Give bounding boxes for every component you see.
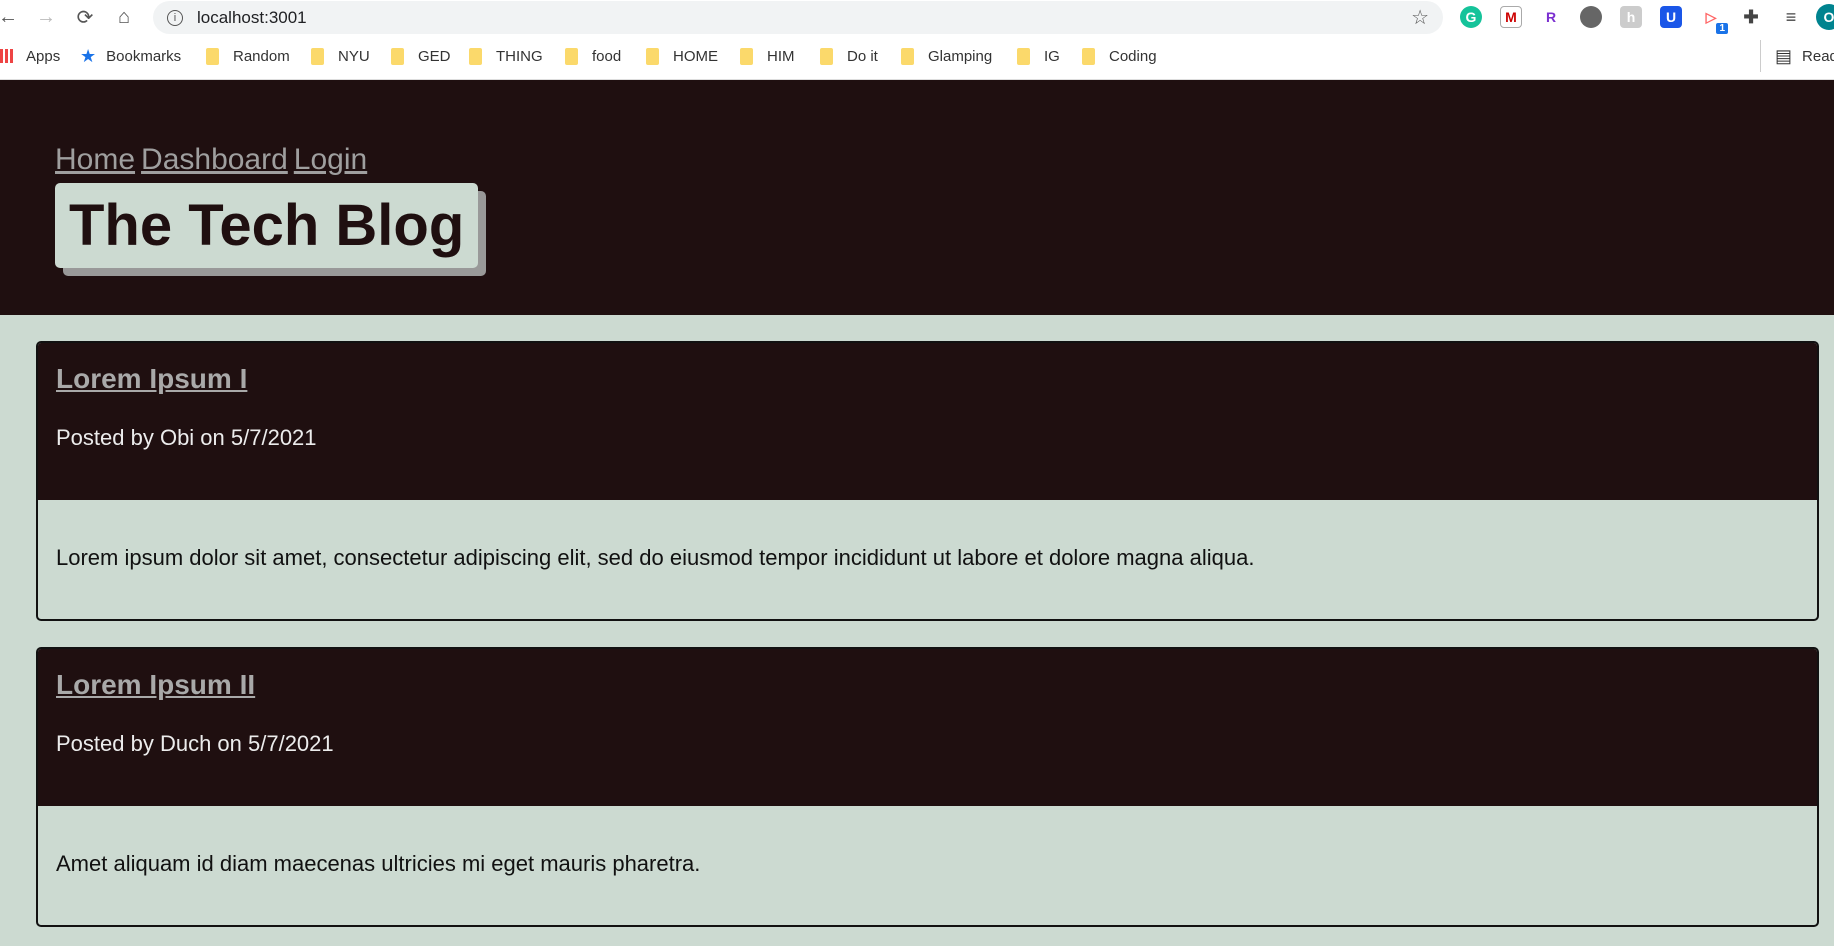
avatar[interactable]: O (1816, 4, 1834, 30)
post-body: Amet aliquam id diam maecenas ultricies … (56, 851, 701, 876)
info-icon[interactable]: i (167, 9, 183, 26)
bookmark-label: HOME (673, 47, 718, 65)
forward-icon[interactable]: → (28, 0, 64, 34)
folder-icon (206, 47, 219, 65)
site-title: The Tech Blog (55, 183, 479, 268)
folder-icon (311, 47, 324, 65)
bookmark-label: GED (418, 47, 451, 65)
bookmark-label: Coding (1109, 47, 1157, 65)
url-text: localhost:3001 (197, 7, 307, 27)
post-header: Lorem Ipsum II Posted by Duch on 5/7/202… (38, 649, 1817, 806)
bookmark-bookmarks[interactable]: ★ Bookmarks (80, 40, 181, 72)
reading-list-icon: ▤ (1775, 45, 1793, 66)
post-meta: Posted by Obi on 5/7/2021 (56, 425, 317, 450)
reload-icon[interactable]: ⟳ (67, 0, 103, 34)
bookmark-folder[interactable]: HIM (740, 40, 795, 72)
bookmark-label: Bookmarks (106, 47, 182, 65)
bookmark-folder[interactable]: HOME (646, 40, 718, 72)
mcafee-icon[interactable]: M (1500, 6, 1522, 28)
reading-list-label: Read (1802, 47, 1834, 65)
star-icon: ★ (80, 45, 97, 66)
folder-icon (901, 47, 914, 65)
folder-icon (1082, 47, 1095, 65)
bookmark-label: HIM (767, 47, 795, 65)
folder-icon (469, 47, 482, 65)
grammarly-icon[interactable]: G (1460, 6, 1482, 28)
bookmark-label: food (592, 47, 622, 65)
nav-dashboard-link[interactable]: Dashboard (141, 143, 288, 176)
avatar-initial: O (1823, 9, 1834, 25)
bookmarks-bar: Apps ★ Bookmarks Random NYU GED THING foo… (0, 40, 1834, 72)
folder-icon (646, 47, 659, 65)
bookmark-folder[interactable]: GED (391, 40, 451, 72)
bookmark-apps[interactable]: Apps (0, 40, 60, 72)
bookmark-star-icon[interactable]: ☆ (1411, 5, 1429, 30)
post-header: Lorem Ipsum I Posted by Obi on 5/7/2021 (38, 343, 1817, 500)
folder-icon (740, 47, 753, 65)
bookmark-label: NYU (338, 47, 370, 65)
bookmark-label: Glamping (928, 47, 993, 65)
bookmark-label: Apps (26, 47, 61, 65)
extension-badge-icon[interactable]: ▷ 1 (1700, 6, 1728, 34)
folder-icon (565, 47, 578, 65)
extensions-puzzle-icon[interactable]: ✚ (1740, 6, 1762, 28)
reading-list-button[interactable]: ▤ Read (1760, 40, 1834, 72)
bookmark-label: Random (233, 47, 290, 65)
home-icon[interactable]: ⌂ (106, 0, 142, 34)
post-meta: Posted by Duch on 5/7/2021 (56, 731, 334, 756)
bookmark-folder[interactable]: Do it (820, 40, 878, 72)
folder-icon (1017, 47, 1030, 65)
bookmark-folder[interactable]: food (565, 40, 621, 72)
post-card: Lorem Ipsum I Posted by Obi on 5/7/2021 … (36, 341, 1819, 621)
post-card: Lorem Ipsum II Posted by Duch on 5/7/202… (36, 647, 1819, 927)
extension-badge: 1 (1716, 23, 1728, 34)
post-title-link[interactable]: Lorem Ipsum II (56, 669, 255, 700)
browser-chrome: ← → ⟳ ⌂ i localhost:3001 ☆ G M R h U ▷ 1 … (0, 0, 1834, 80)
bookmark-folder[interactable]: NYU (311, 40, 370, 72)
post-body: Lorem ipsum dolor sit amet, consectetur … (56, 545, 1255, 570)
bookmark-folder[interactable]: Glamping (901, 40, 992, 72)
bookmark-label: Do it (847, 47, 878, 65)
post-title-link[interactable]: Lorem Ipsum I (56, 363, 247, 394)
apps-grid-icon (0, 49, 14, 63)
nav-home-link[interactable]: Home (55, 143, 135, 176)
back-icon[interactable]: ← (0, 0, 26, 34)
bookmark-folder[interactable]: Coding (1082, 40, 1157, 72)
site-nav: Home Dashboard Login (55, 143, 373, 177)
nav-login-link[interactable]: Login (294, 143, 367, 176)
media-control-icon[interactable]: ≡ (1780, 6, 1802, 28)
extension-u-icon[interactable]: U (1660, 6, 1682, 28)
bookmark-label: IG (1044, 47, 1060, 65)
bookmark-folder[interactable]: THING (469, 40, 543, 72)
address-bar[interactable]: i localhost:3001 ☆ (153, 1, 1443, 34)
folder-icon (820, 47, 833, 65)
honey-icon[interactable]: h (1620, 6, 1642, 28)
bookmark-folder[interactable]: Random (206, 40, 290, 72)
site-header: Home Dashboard Login The Tech Blog (0, 80, 1834, 315)
rakuten-icon[interactable]: R (1540, 6, 1562, 28)
bookmark-label: THING (496, 47, 543, 65)
extension-circle-icon[interactable] (1580, 6, 1602, 28)
bookmark-folder[interactable]: IG (1017, 40, 1060, 72)
folder-icon (391, 47, 404, 65)
